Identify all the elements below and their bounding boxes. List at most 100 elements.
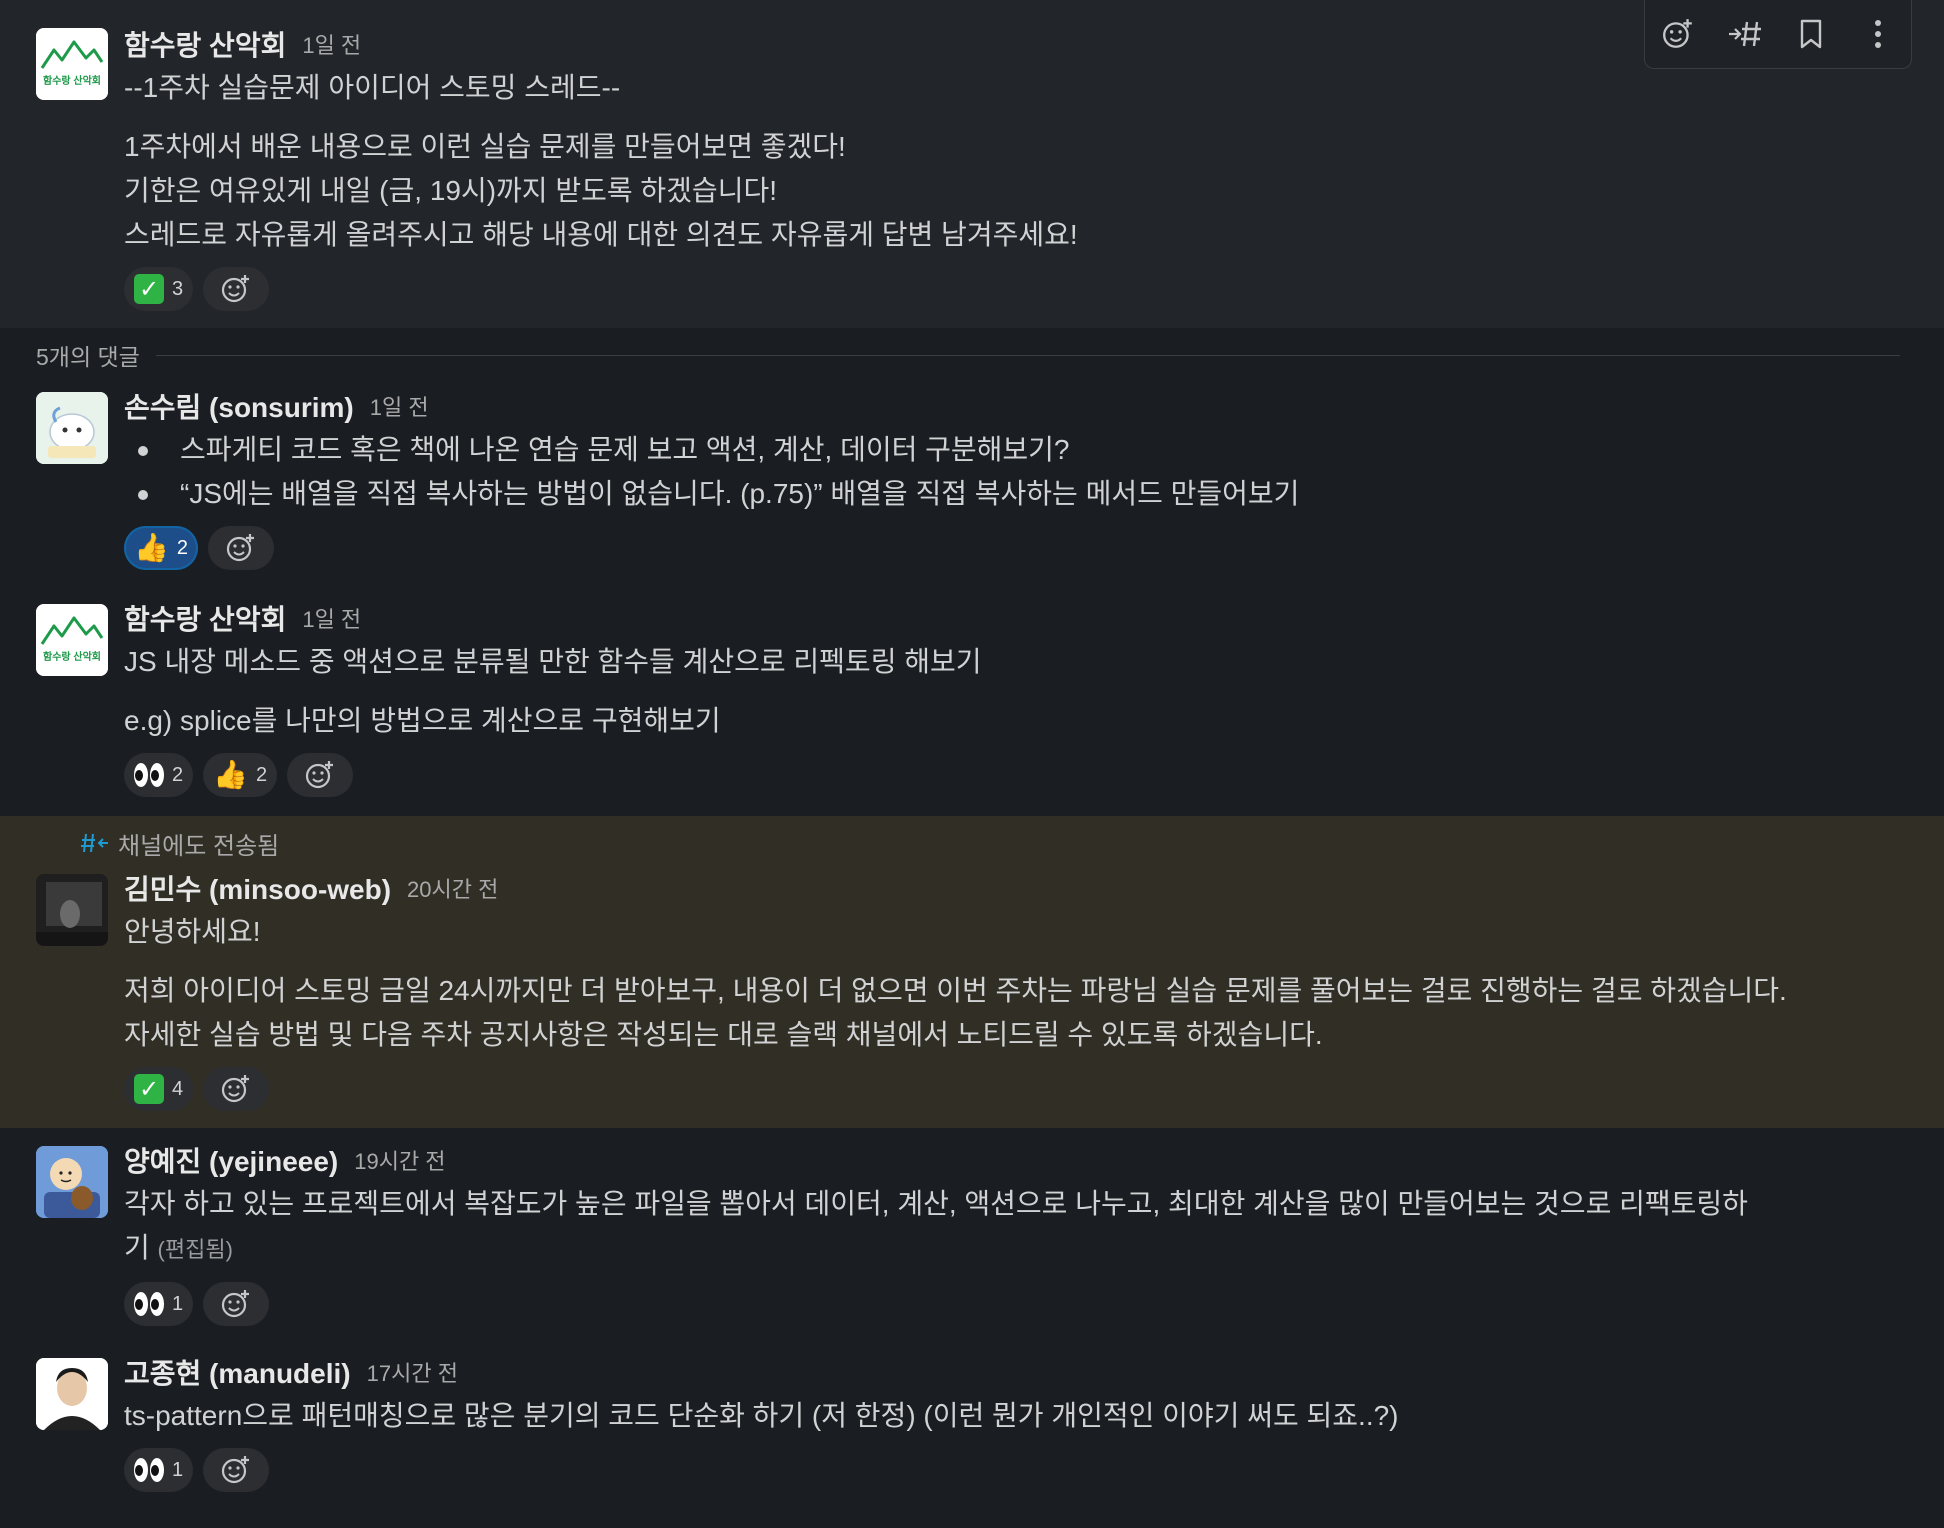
divider-line — [155, 354, 1900, 356]
reaction-eyes[interactable]: 1 — [124, 1448, 194, 1492]
photo-avatar-icon — [36, 1358, 108, 1430]
message-line: 자세한 실습 방법 및 다음 주차 공지사항은 작성되는 대로 슬랙 채널에서 … — [124, 1019, 1323, 1050]
add-reaction-icon — [222, 1456, 250, 1484]
avatar[interactable]: 함수랑 산악회 — [36, 604, 108, 676]
message-line-continued: 기 — [124, 1232, 150, 1263]
add-reaction-button[interactable] — [203, 267, 270, 311]
avatar[interactable] — [36, 392, 108, 464]
message-line: --1주차 실습문제 아이디어 스토밍 스레드-- — [124, 72, 621, 103]
author-name[interactable]: 김민수 (minsoo-web) — [124, 868, 391, 908]
save-bookmark-button[interactable] — [1787, 10, 1835, 58]
reactions-bar: 1 — [124, 1446, 1904, 1494]
message-body: 양예진 (yejineee) 19시간 전 각자 하고 있는 프로젝트에서 복잡… — [124, 1138, 1904, 1328]
add-reaction-button[interactable] — [203, 1448, 270, 1492]
sent-to-channel-icon — [81, 833, 108, 853]
reaction-thumbs-up[interactable]: 👍 2 — [203, 753, 278, 797]
message-line: 기 (편집됨) — [124, 1226, 1904, 1272]
avatar[interactable]: 함수랑 산악회 — [36, 28, 108, 100]
message-header: 김민수 (minsoo-web) 20시간 전 — [124, 866, 1904, 910]
message-line: 각자 하고 있는 프로젝트에서 복잡도가 높은 파일을 뽑아서 데이터, 계산,… — [124, 1188, 1748, 1219]
add-reaction-icon — [1663, 19, 1693, 48]
author-name[interactable]: 함수랑 산악회 — [124, 598, 286, 638]
avatar[interactable] — [36, 874, 108, 946]
replies-count-label: 5개의 댓글 — [36, 344, 140, 370]
thumbs-up-icon: 👍 — [213, 759, 248, 790]
eyes-icon — [134, 763, 164, 787]
timestamp[interactable]: 19시간 전 — [354, 1144, 445, 1176]
add-reaction-button[interactable] — [203, 1067, 270, 1111]
message-line: 1주차에서 배운 내용으로 이런 실습 문제를 만들어보면 좋겠다! — [124, 131, 846, 162]
timestamp[interactable]: 1일 전 — [302, 602, 361, 634]
add-reaction-icon — [222, 1075, 250, 1103]
add-reaction-icon — [306, 761, 334, 789]
more-actions-button[interactable] — [1854, 10, 1902, 58]
reactions-bar: 1 — [124, 1280, 1904, 1328]
reactions-bar: ✓ 3 — [124, 265, 1904, 313]
avatar[interactable] — [36, 1358, 108, 1430]
message-body: 손수림 (sonsurim) 1일 전 스파게티 코드 혹은 책에 나온 연습 … — [124, 384, 1904, 572]
reactions-bar: ✓ 4 — [124, 1065, 1904, 1113]
check-mark-button-icon: ✓ — [134, 274, 164, 304]
avatar-logo-text: 함수랑 산악회 — [43, 76, 101, 87]
message-body: 함수랑 산악회 1일 전 --1주차 실습문제 아이디어 스토밍 스레드-- 1… — [124, 22, 1904, 313]
message-line: 기한은 여유있게 내일 (금, 19시)까지 받도록 하겠습니다! — [124, 175, 777, 206]
thumbs-up-icon: 👍 — [134, 532, 169, 563]
timestamp[interactable]: 1일 전 — [370, 390, 429, 422]
eyes-icon — [134, 1458, 164, 1482]
message-body: 김민수 (minsoo-web) 20시간 전 안녕하세요! 저희 아이디어 스… — [124, 866, 1904, 1113]
add-reaction-icon — [222, 275, 250, 303]
reaction-count: 4 — [172, 1077, 184, 1100]
mountain-logo-icon — [36, 28, 108, 100]
avatar[interactable] — [36, 1146, 108, 1218]
author-name[interactable]: 고종현 (manudeli) — [124, 1352, 351, 1392]
author-name[interactable]: 함수랑 산악회 — [124, 24, 286, 64]
author-name[interactable]: 손수림 (sonsurim) — [124, 386, 354, 426]
forward-to-channel-icon — [1728, 21, 1761, 47]
timestamp[interactable]: 20시간 전 — [407, 872, 498, 904]
reaction-count: 3 — [172, 277, 184, 300]
add-reaction-icon — [226, 534, 254, 562]
message-header: 함수랑 산악회 1일 전 — [124, 22, 1904, 66]
mountain-logo-icon — [36, 604, 108, 676]
message-actions-toolbar — [1644, 0, 1912, 69]
reaction-thumbs-up[interactable]: 👍 2 — [124, 526, 198, 570]
eyes-icon — [134, 1292, 164, 1316]
add-reaction-button[interactable] — [1654, 10, 1702, 58]
also-sent-to-channel[interactable]: 채널에도 전송됨 — [80, 826, 279, 860]
author-name[interactable]: 양예진 (yejineee) — [124, 1140, 338, 1180]
bullet-list: 스파게티 코드 혹은 책에 나온 연습 문제 보고 액션, 계산, 데이터 구분… — [124, 428, 1904, 516]
add-reaction-button[interactable] — [287, 753, 354, 797]
forward-to-channel-button[interactable] — [1721, 10, 1769, 58]
avatar-logo-text: 함수랑 산악회 — [43, 652, 101, 663]
message-line: 저희 아이디어 스토밍 금일 24시까지만 더 받아보구, 내용이 더 없으면 … — [124, 975, 1787, 1006]
reactions-bar: 👍 2 — [124, 524, 1904, 572]
add-reaction-button[interactable] — [208, 526, 274, 570]
cartoon-avatar-icon — [36, 1146, 108, 1218]
photo-avatar-icon — [36, 874, 108, 946]
bullet-item: “JS에는 배열을 직접 복사하는 방법이 없습니다. (p.75)” 배열을 … — [124, 472, 1904, 516]
check-mark-button-icon: ✓ — [134, 1074, 164, 1104]
reaction-check-mark[interactable]: ✓ 3 — [124, 267, 194, 311]
timestamp[interactable]: 17시간 전 — [367, 1356, 458, 1388]
message-line: JS 내장 메소드 중 액션으로 분류될 만한 함수들 계산으로 리펙토링 해보… — [124, 646, 982, 677]
timestamp[interactable]: 1일 전 — [302, 28, 361, 60]
message-header: 고종현 (manudeli) 17시간 전 — [124, 1350, 1904, 1394]
reaction-eyes[interactable]: 1 — [124, 1282, 194, 1326]
also-sent-label: 채널에도 전송됨 — [118, 832, 280, 860]
reaction-eyes[interactable]: 2 — [124, 753, 194, 797]
reaction-check-mark[interactable]: ✓ 4 — [124, 1067, 194, 1111]
add-reaction-button[interactable] — [203, 1282, 270, 1326]
message-header: 함수랑 산악회 1일 전 — [124, 596, 1904, 640]
reaction-count: 2 — [172, 763, 184, 786]
reaction-count: 2 — [256, 763, 268, 786]
reaction-count: 2 — [176, 536, 188, 559]
reaction-count: 1 — [172, 1458, 184, 1481]
message-line: 스레드로 자유롭게 올려주시고 해당 내용에 대한 의견도 자유롭게 답변 남겨… — [124, 219, 1078, 250]
more-actions-icon — [1874, 20, 1881, 48]
message-body: 고종현 (manudeli) 17시간 전 ts-pattern으로 패턴매칭으… — [124, 1350, 1904, 1494]
replies-divider: 5개의 댓글 — [36, 338, 1900, 372]
reaction-count: 1 — [172, 1292, 184, 1315]
cartoon-avatar-icon — [36, 392, 108, 464]
bullet-item: 스파게티 코드 혹은 책에 나온 연습 문제 보고 액션, 계산, 데이터 구분… — [124, 428, 1904, 472]
message-header: 양예진 (yejineee) 19시간 전 — [124, 1138, 1904, 1182]
